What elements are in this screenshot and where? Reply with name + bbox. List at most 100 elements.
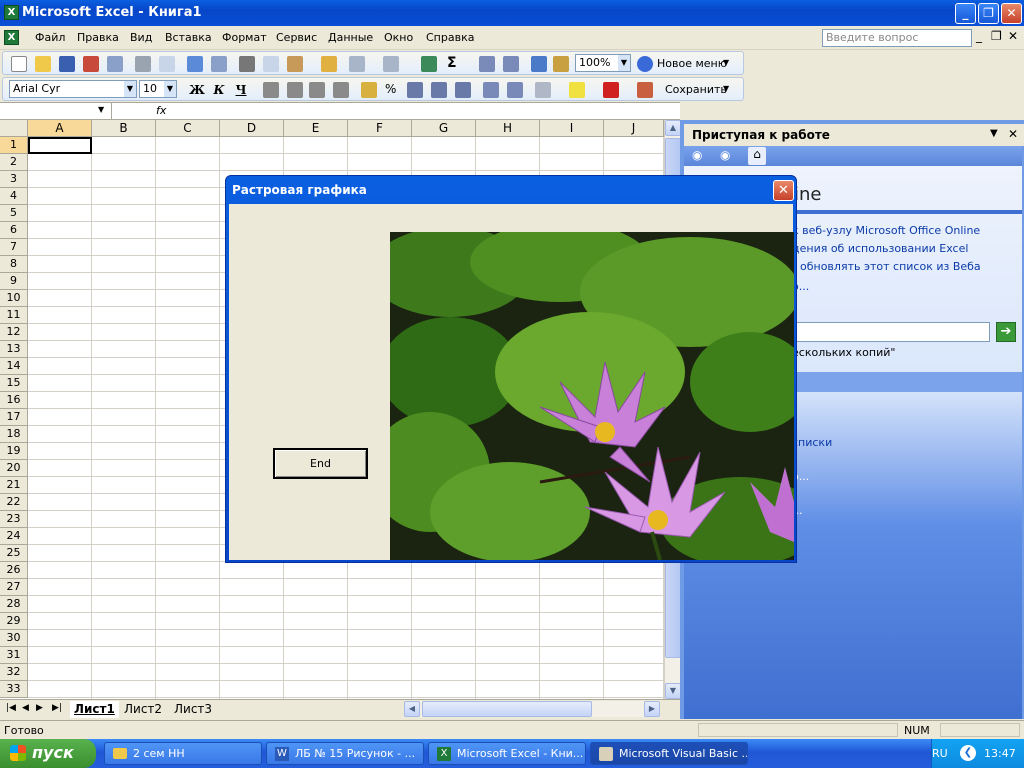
doc-minimize-icon[interactable]: _: [976, 29, 982, 43]
taskbar-button-vba[interactable]: Microsoft Visual Basic ...: [590, 742, 748, 765]
last-sheet-icon[interactable]: ▶|: [52, 703, 62, 713]
document-icon[interactable]: X: [4, 30, 19, 45]
font-dropdown-icon[interactable]: ▼: [124, 81, 136, 97]
row-header-20[interactable]: 20: [0, 460, 28, 477]
tray-arrow-icon[interactable]: ❮: [960, 745, 976, 761]
active-cell[interactable]: [28, 137, 92, 154]
row-header-29[interactable]: 29: [0, 613, 28, 630]
row-header-5[interactable]: 5: [0, 205, 28, 222]
sort-descending-icon[interactable]: [503, 56, 519, 72]
horizontal-scroll-thumb[interactable]: [422, 701, 592, 717]
restore-button[interactable]: ❐: [978, 3, 999, 24]
column-header-a[interactable]: A: [28, 120, 92, 137]
scroll-right-icon[interactable]: ▶: [644, 701, 660, 717]
column-header-b[interactable]: B: [92, 120, 156, 137]
row-header-19[interactable]: 19: [0, 443, 28, 460]
link-office-online[interactable]: к веб-узлу Microsoft Office Online: [792, 224, 980, 237]
open-icon[interactable]: [35, 56, 51, 72]
menu-file[interactable]: Файл: [35, 31, 65, 44]
undo-icon[interactable]: [349, 56, 365, 72]
name-box-dropdown-icon[interactable]: ▼: [98, 105, 104, 114]
format-painter-icon[interactable]: [321, 56, 337, 72]
save-dropdown-icon[interactable]: ▼: [723, 84, 729, 93]
merge-center-icon[interactable]: [333, 82, 349, 98]
currency-icon[interactable]: [361, 82, 377, 98]
row-header-7[interactable]: 7: [0, 239, 28, 256]
save-icon[interactable]: [59, 56, 75, 72]
bold-button[interactable]: Ж: [187, 81, 207, 99]
search-input[interactable]: [794, 322, 990, 342]
doc-restore-icon[interactable]: ❐: [991, 29, 1002, 43]
align-center-icon[interactable]: [287, 82, 303, 98]
taskbar-button-word[interactable]: W ЛБ № 15 Рисунок - ...: [266, 742, 424, 765]
row-header-13[interactable]: 13: [0, 341, 28, 358]
zoom-select[interactable]: 100% ▼: [575, 54, 631, 72]
column-header-j[interactable]: J: [604, 120, 664, 137]
save-button[interactable]: Сохранить: [665, 83, 727, 96]
column-header-i[interactable]: I: [540, 120, 604, 137]
row-header-9[interactable]: 9: [0, 273, 28, 290]
align-left-icon[interactable]: [263, 82, 279, 98]
row-header-23[interactable]: 23: [0, 511, 28, 528]
select-all-corner[interactable]: [0, 120, 28, 137]
menu-view[interactable]: Вид: [130, 31, 152, 44]
doc-close-icon[interactable]: ✕: [1008, 29, 1018, 43]
research-icon[interactable]: [211, 56, 227, 72]
minimize-button[interactable]: _: [955, 3, 976, 24]
scroll-down-icon[interactable]: ▼: [665, 683, 681, 699]
task-pane-menu-icon[interactable]: ▼: [990, 128, 998, 139]
ask-question-input[interactable]: Введите вопрос: [822, 29, 972, 47]
row-header-4[interactable]: 4: [0, 188, 28, 205]
name-box[interactable]: [0, 103, 112, 119]
hyperlink-icon[interactable]: [421, 56, 437, 72]
link-lists[interactable]: списки: [792, 436, 832, 449]
comma-style-icon[interactable]: [407, 82, 423, 98]
email-icon[interactable]: [107, 56, 123, 72]
column-header-d[interactable]: D: [220, 120, 284, 137]
new-menu-dropdown-icon[interactable]: ▼: [723, 58, 729, 67]
link-excel-help[interactable]: дения об использовании Excel: [792, 242, 968, 255]
row-header-3[interactable]: 3: [0, 171, 28, 188]
start-button[interactable]: пуск: [0, 739, 96, 768]
fill-color-icon[interactable]: [569, 82, 585, 98]
task-pane-close-icon[interactable]: ✕: [1008, 127, 1018, 141]
menu-help[interactable]: Справка: [426, 31, 474, 44]
row-header-15[interactable]: 15: [0, 375, 28, 392]
row-header-33[interactable]: 33: [0, 681, 28, 698]
column-header-g[interactable]: G: [412, 120, 476, 137]
taskbar-button-excel[interactable]: X Microsoft Excel - Кни...: [428, 742, 586, 765]
search-go-icon[interactable]: ➔: [996, 322, 1016, 342]
row-header-11[interactable]: 11: [0, 307, 28, 324]
drawing-icon[interactable]: [553, 56, 569, 72]
fx-icon[interactable]: fx: [156, 104, 166, 117]
decrease-decimal-icon[interactable]: [455, 82, 471, 98]
menu-insert[interactable]: Вставка: [165, 31, 212, 44]
zoom-dropdown-icon[interactable]: ▼: [618, 55, 630, 71]
permission-icon[interactable]: [83, 56, 99, 72]
close-button[interactable]: ✕: [1001, 3, 1022, 24]
sheet-tab-3[interactable]: Лист3: [170, 701, 216, 718]
next-sheet-icon[interactable]: ▶: [36, 703, 43, 713]
taskbar-button-folder[interactable]: 2 сем НН: [104, 742, 262, 765]
row-header-18[interactable]: 18: [0, 426, 28, 443]
link-update-list[interactable]: обновлять этот список из Веба: [800, 260, 981, 273]
row-header-8[interactable]: 8: [0, 256, 28, 273]
first-sheet-icon[interactable]: |◀: [6, 703, 16, 713]
clear-format-icon[interactable]: [637, 82, 653, 98]
column-header-h[interactable]: H: [476, 120, 540, 137]
menu-data[interactable]: Данные: [328, 31, 373, 44]
end-button[interactable]: End: [273, 448, 368, 479]
row-header-21[interactable]: 21: [0, 477, 28, 494]
row-header-28[interactable]: 28: [0, 596, 28, 613]
menu-tools[interactable]: Сервис: [276, 31, 317, 44]
new-icon[interactable]: [11, 56, 27, 72]
print-icon[interactable]: [135, 56, 151, 72]
scroll-up-icon[interactable]: ▲: [665, 120, 681, 136]
autosum-icon[interactable]: Σ: [447, 55, 457, 71]
row-header-2[interactable]: 2: [0, 154, 28, 171]
new-menu-button[interactable]: Новое меню: [657, 57, 727, 70]
sheet-tab-1[interactable]: Лист1: [70, 701, 119, 718]
forward-icon[interactable]: ◉: [720, 148, 730, 162]
font-size-select[interactable]: 10 ▼: [139, 80, 177, 98]
home-icon[interactable]: ⌂: [748, 147, 766, 165]
